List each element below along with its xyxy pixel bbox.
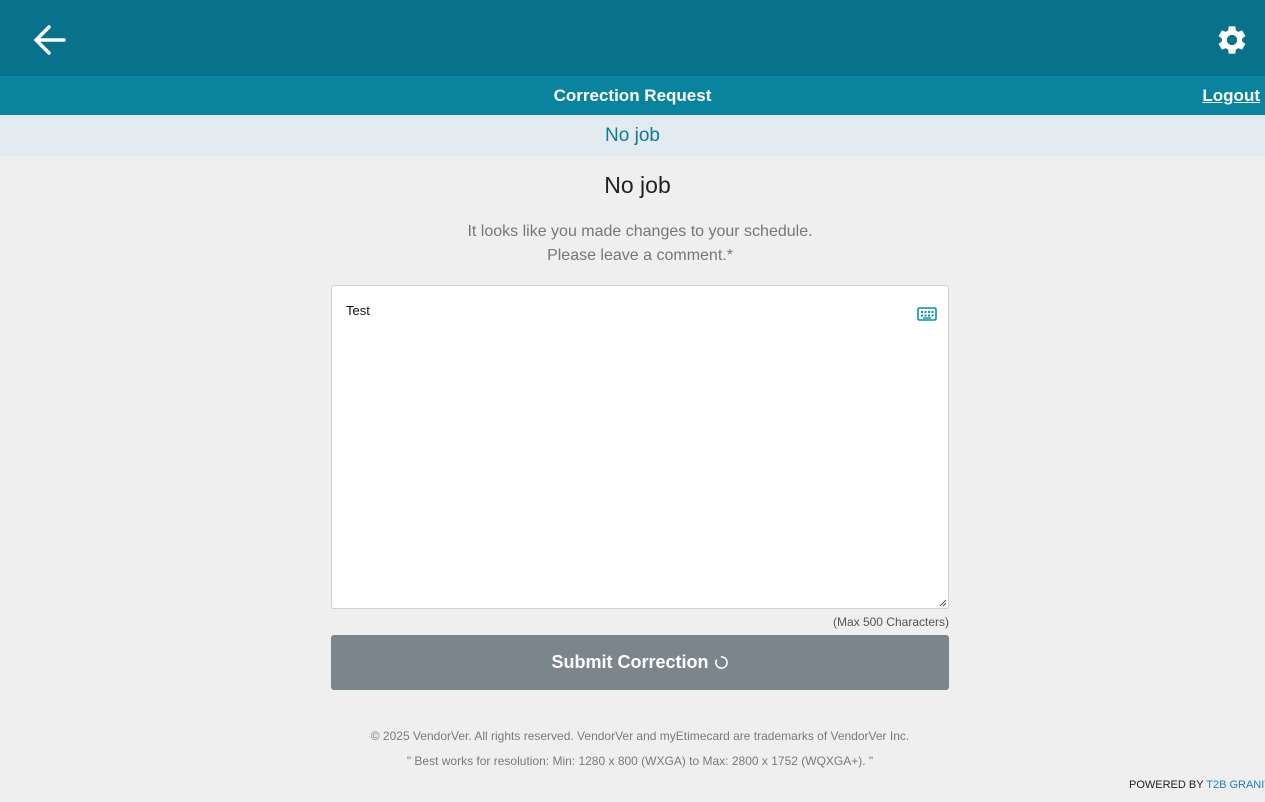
footer-resolution-note: " Best works for resolution: Min: 1280 x… <box>406 754 874 768</box>
back-button[interactable] <box>30 22 68 58</box>
spinner-icon <box>714 656 728 669</box>
comment-textarea[interactable]: Test <box>331 285 949 609</box>
instruction-line-1: It looks like you made changes to your s… <box>467 223 813 240</box>
job-heading: No job <box>604 172 671 198</box>
powered-by: POWERED BY T2B GRANIT <box>1129 779 1265 791</box>
keyboard-icon[interactable] <box>917 306 937 322</box>
job-bar-label: No job <box>605 125 660 146</box>
instruction-line-2: Please leave a comment.* <box>547 247 733 264</box>
comment-text: Test <box>346 303 370 318</box>
gear-icon <box>1218 26 1246 54</box>
submit-label: Submit Correction <box>551 652 709 672</box>
top-header <box>0 0 1265 76</box>
job-bar: No job <box>0 115 1265 156</box>
arrow-left-icon <box>34 25 66 55</box>
resize-handle-icon[interactable] <box>939 599 947 607</box>
max-chars-note: (Max 500 Characters) <box>832 615 949 629</box>
title-bar: Correction Request Logout <box>0 76 1265 115</box>
powered-by-prefix: POWERED BY <box>1129 779 1207 791</box>
page-title: Correction Request <box>553 86 712 105</box>
powered-by-brand[interactable]: T2B GRANIT <box>1206 779 1265 791</box>
submit-correction-button[interactable]: Submit Correction <box>331 635 949 690</box>
settings-button[interactable] <box>1213 21 1251 59</box>
footer-copyright: © 2025 VendorVer. All rights reserved. V… <box>370 729 910 743</box>
logout-link[interactable]: Logout <box>1202 76 1260 115</box>
